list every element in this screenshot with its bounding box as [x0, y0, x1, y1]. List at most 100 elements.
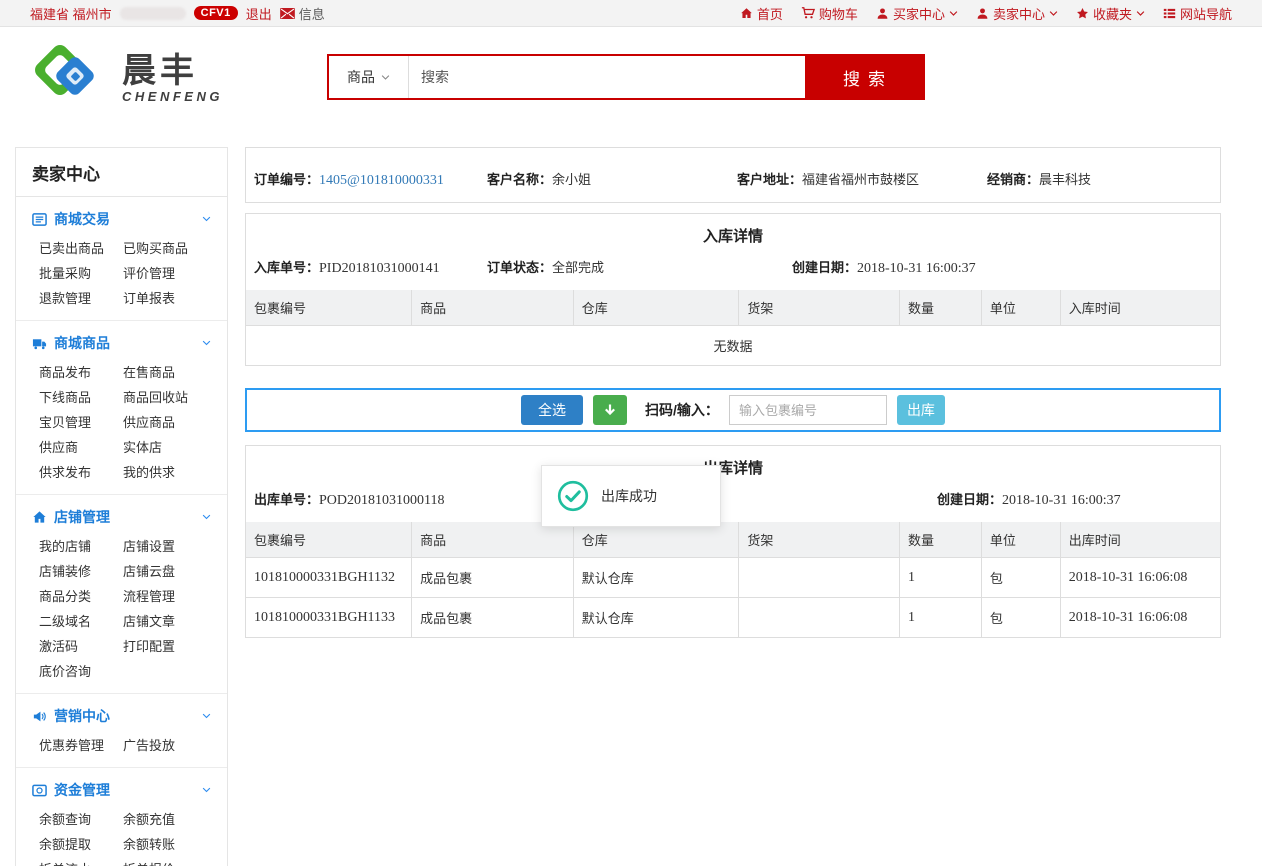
sidebar-item[interactable]: 商品发布	[39, 365, 123, 380]
sidebar-item[interactable]: 余额提取	[39, 837, 123, 852]
sidebar-section-marketing-header[interactable]: 营销中心	[32, 706, 215, 726]
outbound-no-label: 出库单号：	[254, 492, 319, 507]
chevron-down-icon	[949, 10, 958, 17]
sidebar-item[interactable]: 供应商品	[123, 415, 215, 430]
package-number-input[interactable]	[729, 395, 887, 425]
sidebar-item[interactable]: 拆单报价	[123, 862, 215, 866]
sidebar-section-goods: 商城商品 商品发布 在售商品 下线商品 商品回收站 宝贝管理 供应商品 供应商 …	[16, 321, 227, 495]
chevron-down-icon	[202, 713, 211, 720]
column-header: 货架	[739, 522, 900, 558]
sidebar-item[interactable]: 店铺文章	[123, 614, 215, 629]
customer-address-value: 福建省福州市鼓楼区	[802, 172, 919, 187]
user-location: 福建省 福州市	[30, 4, 112, 23]
sidebar-item[interactable]: 优惠券管理	[39, 738, 123, 753]
unit-cell: 包	[981, 558, 1060, 598]
column-header: 商品	[412, 522, 574, 558]
sidebar-item[interactable]: 我的供求	[123, 465, 215, 480]
search-input[interactable]	[409, 56, 805, 98]
search-category-select[interactable]: 商品	[329, 56, 409, 98]
sidebar-item[interactable]: 店铺设置	[123, 539, 215, 554]
shelf-cell	[739, 598, 900, 638]
warehouse-cell: 默认仓库	[573, 598, 739, 638]
card-list-icon	[32, 212, 47, 227]
sidebar-section-funds-header[interactable]: 资金管理	[32, 780, 215, 800]
sidebar-item[interactable]: 二级域名	[39, 614, 123, 629]
order-no-link[interactable]: 1405@101810000331	[319, 173, 444, 188]
sidebar-section-shop-header[interactable]: 店铺管理	[32, 507, 215, 527]
sidebar-item[interactable]: 打印配置	[123, 639, 215, 654]
section-title: 商城交易	[54, 209, 110, 229]
column-header: 单位	[981, 290, 1060, 326]
envelope-icon	[280, 8, 295, 19]
sidebar-item[interactable]: 店铺云盘	[123, 564, 215, 579]
sidebar-item[interactable]: 订单报表	[123, 291, 215, 306]
sidebar-item[interactable]: 拆单流水	[39, 862, 123, 866]
sidebar-item[interactable]: 退款管理	[39, 291, 123, 306]
truck-icon	[32, 336, 47, 351]
inbound-details-box: 入库详情 入库单号：PID20181031000141 订单状态：全部完成 创建…	[245, 213, 1221, 366]
sidebar-item[interactable]: 余额充值	[123, 812, 215, 827]
select-all-button[interactable]: 全选	[521, 395, 583, 425]
messages-link[interactable]: 信息	[280, 4, 325, 23]
nav-buyer-center[interactable]: 买家中心	[876, 4, 958, 23]
nav-seller-center[interactable]: 卖家中心	[976, 4, 1058, 23]
nav-home-label: 首页	[757, 4, 783, 23]
sidebar-item[interactable]: 已卖出商品	[39, 241, 123, 256]
site-header: 晨丰 CHENFENG 商品 搜索	[0, 27, 1262, 140]
download-button[interactable]	[593, 395, 627, 425]
sidebar-item[interactable]: 宝贝管理	[39, 415, 123, 430]
sidebar-item[interactable]: 已购买商品	[123, 241, 215, 256]
shelf-cell	[739, 558, 900, 598]
order-no-label: 订单编号：	[254, 172, 319, 187]
sidebar-title: 卖家中心	[16, 148, 227, 197]
package-no-cell: 101810000331BGH1132	[246, 558, 412, 598]
sidebar-item[interactable]: 店铺装修	[39, 564, 123, 579]
outbound-title: 出库详情	[246, 446, 1220, 487]
logout-link[interactable]: 退出	[246, 4, 272, 23]
chevron-down-icon	[202, 340, 211, 347]
sidebar-item[interactable]: 底价咨询	[39, 664, 123, 679]
sidebar-item[interactable]: 评价管理	[123, 266, 215, 281]
sidebar-item[interactable]: 余额转账	[123, 837, 215, 852]
sidebar-item[interactable]: 广告投放	[123, 738, 215, 753]
money-icon	[32, 783, 47, 798]
sidebar-item[interactable]: 流程管理	[123, 589, 215, 604]
column-header: 仓库	[573, 290, 739, 326]
star-icon	[1076, 7, 1089, 20]
nav-sitemap-label: 网站导航	[1180, 4, 1232, 23]
cart-icon	[801, 6, 815, 20]
chevron-down-icon	[202, 216, 211, 223]
home-icon	[32, 510, 47, 525]
down-arrow-icon	[603, 403, 617, 417]
sidebar-item[interactable]: 实体店	[123, 440, 215, 455]
sidebar-item[interactable]: 在售商品	[123, 365, 215, 380]
outbound-button[interactable]: 出库	[897, 395, 945, 425]
sidebar-item[interactable]: 下线商品	[39, 390, 123, 405]
logo-mark-icon	[28, 37, 114, 119]
search-category-value: 商品	[347, 67, 375, 87]
brand-logo[interactable]: 晨丰 CHENFENG	[28, 37, 223, 119]
search-button[interactable]: 搜索	[805, 56, 923, 98]
nav-sitemap[interactable]: 网站导航	[1163, 4, 1232, 23]
sidebar-item[interactable]: 激活码	[39, 639, 123, 654]
dealer-value: 晨丰科技	[1039, 172, 1091, 187]
nav-favorites[interactable]: 收藏夹	[1076, 4, 1145, 23]
nav-cart[interactable]: 购物车	[801, 4, 858, 23]
sidebar-section-marketing: 营销中心 优惠券管理 广告投放	[16, 694, 227, 768]
sidebar-item[interactable]: 供应商	[39, 440, 123, 455]
sidebar-item[interactable]: 余额查询	[39, 812, 123, 827]
inbound-created-label: 创建日期：	[792, 260, 857, 275]
sidebar-item[interactable]: 批量采购	[39, 266, 123, 281]
toast-message: 出库成功	[601, 486, 657, 506]
sidebar-item[interactable]: 商品分类	[39, 589, 123, 604]
sidebar-item[interactable]: 供求发布	[39, 465, 123, 480]
package-no-cell: 101810000331BGH1133	[246, 598, 412, 638]
no-data-cell: 无数据	[246, 326, 1220, 366]
column-header: 数量	[900, 290, 982, 326]
sidebar-section-trade-header[interactable]: 商城交易	[32, 209, 215, 229]
sidebar-item[interactable]: 我的店铺	[39, 539, 123, 554]
nav-home[interactable]: 首页	[740, 4, 783, 23]
sidebar-item[interactable]: 商品回收站	[123, 390, 215, 405]
logo-en-text: CHENFENG	[122, 89, 223, 104]
sidebar-section-goods-header[interactable]: 商城商品	[32, 333, 215, 353]
